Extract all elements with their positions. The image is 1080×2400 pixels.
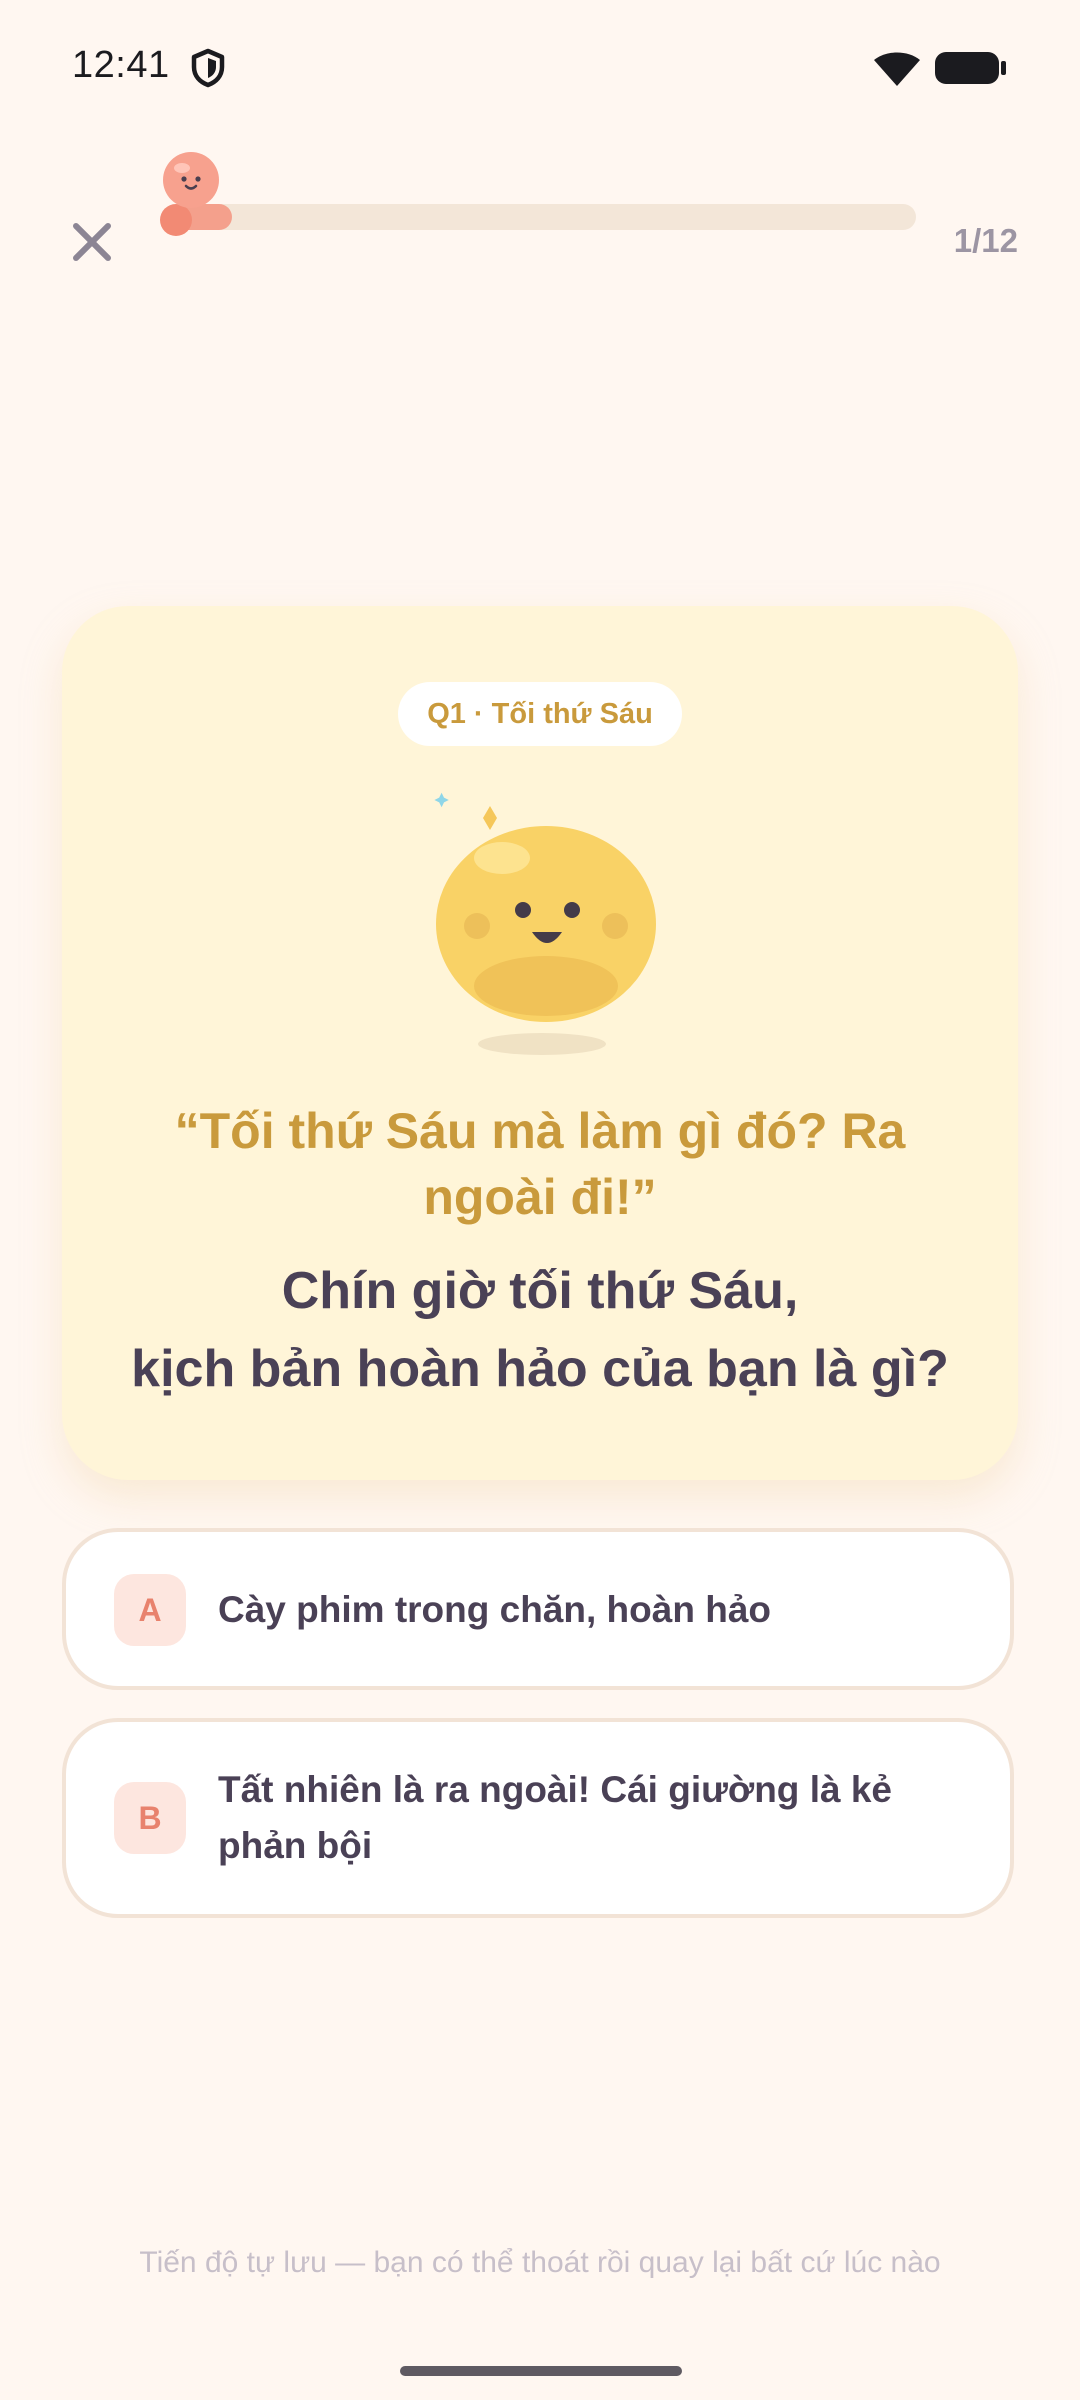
- autosave-note: Tiến độ tự lưu — bạn có thể thoát rồi qu…: [139, 2246, 941, 2279]
- question-quote: “Tối thứ Sáu mà làm gì đó? Ra ngoài đi!”: [174, 1103, 906, 1225]
- home-indicator[interactable]: [400, 2366, 682, 2376]
- question-card: Q1 · Tối thứ Sáu “Tối thứ Sáu mà làm gì …: [62, 606, 1018, 1480]
- question-title-line-2: kịch bản hoàn hảo của bạn là gì?: [131, 1340, 949, 1398]
- progress-count: 1/12: [953, 222, 1018, 259]
- status-time: 12:41: [72, 44, 170, 86]
- option-b-button[interactable]: B Tất nhiên là ra ngoài! Cái giường là k…: [62, 1718, 1014, 1918]
- progress-track: [170, 204, 916, 230]
- option-a-button[interactable]: A Cày phim trong chăn, hoàn hảo: [62, 1528, 1014, 1690]
- shield-icon: [190, 48, 226, 88]
- mascot-icon: [410, 786, 670, 1066]
- close-button[interactable]: [62, 212, 122, 272]
- option-text: Tất nhiên là ra ngoài! Cái giường là kẻ …: [218, 1769, 892, 1866]
- progress-mascot-icon: [160, 150, 222, 212]
- question-badge: Q1 · Tối thứ Sáu: [398, 682, 682, 746]
- question-title-line-1: Chín giờ tối thứ Sáu,: [281, 1262, 799, 1320]
- battery-icon: [934, 50, 1008, 86]
- close-icon: [73, 223, 111, 261]
- option-letter-badge: A: [114, 1574, 186, 1646]
- question-title: Chín giờ tối thứ Sáu, kịch bản hoàn hảo …: [102, 1252, 978, 1408]
- status-bar: 12:41: [0, 0, 1080, 130]
- option-letter-badge: B: [114, 1782, 186, 1854]
- option-text: Cày phim trong chăn, hoàn hảo: [218, 1589, 771, 1630]
- wifi-icon: [870, 48, 924, 88]
